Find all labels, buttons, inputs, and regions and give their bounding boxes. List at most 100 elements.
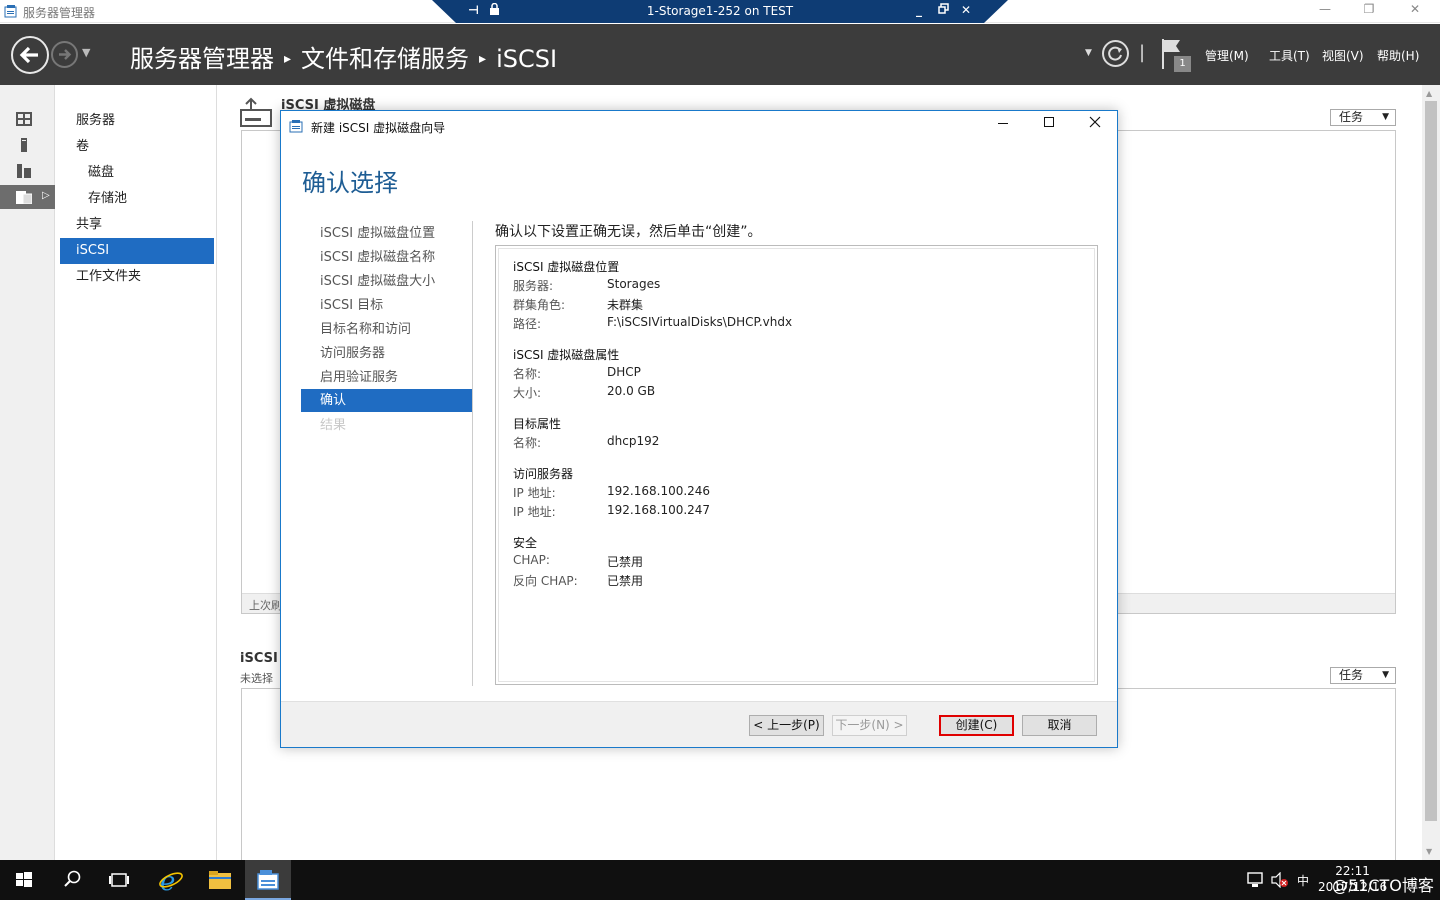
- tasks-dropdown-1[interactable]: 任务 ▼: [1330, 109, 1396, 126]
- subnav-item-disks[interactable]: 磁盘: [60, 160, 214, 186]
- scrollbar-thumb[interactable]: [1425, 101, 1437, 821]
- new-iscsi-disk-wizard: 新建 iSCSI 虚拟磁盘向导 确认选择 iSCSI 虚拟磁盘位置 iSCSI …: [280, 110, 1118, 748]
- search-icon: [64, 870, 81, 887]
- section-title-iscsi-targets: iSCSI: [240, 651, 278, 666]
- history-dropdown-icon[interactable]: ▼: [82, 46, 90, 59]
- forward-arrow-icon: [59, 49, 72, 60]
- taskbar-file-explorer[interactable]: [197, 860, 243, 900]
- refresh-button[interactable]: [1102, 40, 1129, 67]
- forward-button[interactable]: [51, 41, 78, 68]
- summary-value-disk-name: DHCP: [607, 365, 641, 379]
- vertical-scrollbar[interactable]: ▲ ▼: [1422, 85, 1440, 860]
- create-button[interactable]: 创建(C): [939, 715, 1014, 736]
- summary-value-chap: 已禁用: [607, 555, 644, 569]
- minimize-button[interactable]: —: [1305, 2, 1345, 20]
- start-button[interactable]: [0, 860, 46, 900]
- breadcrumb: 服务器管理器 ▸ 文件和存储服务 ▸ iSCSI: [130, 39, 557, 74]
- dialog-titlebar: 新建 iSCSI 虚拟磁盘向导: [281, 111, 1117, 141]
- subnav-item-storage-pools[interactable]: 存储池: [60, 186, 214, 212]
- summary-heading-location: iSCSI 虚拟磁盘位置: [513, 260, 620, 274]
- subnav-item-iscsi[interactable]: iSCSI: [60, 238, 214, 264]
- restore-button[interactable]: ❐: [1349, 2, 1389, 20]
- step-access-servers[interactable]: 访问服务器: [301, 342, 472, 365]
- watermark-text: @51CTO博客: [1332, 876, 1434, 895]
- close-button[interactable]: ✕: [1395, 2, 1435, 20]
- step-enable-auth[interactable]: 启用验证服务: [301, 366, 472, 389]
- servers-icon: [17, 164, 31, 178]
- folder-icon: [209, 871, 231, 889]
- summary-value-ip-address: 192.168.100.246: [607, 484, 711, 498]
- dialog-maximize-button[interactable]: [1034, 116, 1064, 136]
- previous-button[interactable]: < 上一步(P): [749, 715, 824, 736]
- dialog-minimize-button[interactable]: [988, 116, 1018, 136]
- breadcrumb-separator-icon: ▸: [284, 51, 292, 67]
- input-method-indicator[interactable]: 中: [1297, 872, 1309, 889]
- summary-label: 路径:: [513, 317, 542, 331]
- step-disk-size[interactable]: iSCSI 虚拟磁盘大小: [301, 270, 472, 293]
- tasks-label: 任务: [1339, 668, 1364, 682]
- summary-heading-properties: iSCSI 虚拟磁盘属性: [513, 348, 620, 362]
- summary-label: 大小:: [513, 386, 542, 400]
- rail-dashboard[interactable]: [0, 107, 55, 131]
- header-divider: |: [1139, 42, 1146, 63]
- icon-rail: ▷: [0, 85, 55, 860]
- breadcrumb-file-storage[interactable]: 文件和存储服务: [301, 45, 469, 73]
- rail-file-storage[interactable]: ▷: [0, 185, 55, 209]
- summary-heading-target: 目标属性: [513, 417, 562, 431]
- subnav-item-volumes[interactable]: 卷: [60, 134, 214, 160]
- summary-label: 服务器:: [513, 279, 554, 293]
- breadcrumb-server-manager[interactable]: 服务器管理器: [130, 45, 274, 73]
- maximize-icon: [1044, 117, 1054, 127]
- refresh-dropdown-icon[interactable]: ▼: [1085, 48, 1092, 58]
- notifications-flag-button[interactable]: 1: [1160, 39, 1192, 73]
- summary-label: 反向 CHAP:: [513, 574, 578, 588]
- subnav-item-servers[interactable]: 服务器: [60, 108, 214, 134]
- server-manager-icon: [4, 5, 17, 18]
- expand-arrow-icon: ▷: [42, 190, 50, 201]
- step-disk-name[interactable]: iSCSI 虚拟磁盘名称: [301, 246, 472, 269]
- taskbar-internet-explorer[interactable]: e: [148, 860, 194, 900]
- caret-down-icon: ▼: [1382, 670, 1389, 680]
- scroll-down-icon[interactable]: ▼: [1426, 847, 1432, 856]
- step-disk-location[interactable]: iSCSI 虚拟磁盘位置: [301, 222, 472, 245]
- dialog-close-button[interactable]: [1080, 116, 1110, 136]
- settings-summary: iSCSI 虚拟磁盘位置 服务器: Storages 群集角色: 未群集 路径:…: [495, 245, 1098, 685]
- summary-value-target-name: dhcp192: [607, 434, 660, 448]
- task-view-button[interactable]: [97, 860, 143, 900]
- cancel-button[interactable]: 取消: [1022, 715, 1097, 736]
- taskbar: e 中 22:11 2017/12/16: [0, 860, 1440, 900]
- step-confirmation[interactable]: 确认: [301, 389, 472, 412]
- remote-close-button[interactable]: ✕: [961, 3, 971, 17]
- menu-manage[interactable]: 管理(M): [1205, 47, 1249, 64]
- back-button[interactable]: [11, 36, 49, 74]
- summary-value-cluster-role: 未群集: [607, 298, 644, 312]
- dialog-button-bar: < 上一步(P) 下一步(N) > 创建(C) 取消: [281, 701, 1117, 747]
- remote-minimize-button[interactable]: _: [916, 3, 922, 17]
- volume-muted-icon[interactable]: [1271, 872, 1289, 888]
- step-target-name-access[interactable]: 目标名称和访问: [301, 318, 472, 341]
- tasks-dropdown-2[interactable]: 任务 ▼: [1330, 667, 1396, 684]
- taskbar-server-manager[interactable]: [245, 860, 291, 900]
- search-button[interactable]: [49, 860, 95, 900]
- subnav-item-shares[interactable]: 共享: [60, 212, 214, 238]
- summary-label: IP 地址:: [513, 486, 556, 500]
- subnav-item-work-folders[interactable]: 工作文件夹: [60, 264, 214, 290]
- scroll-up-icon[interactable]: ▲: [1426, 89, 1432, 98]
- step-results: 结果: [320, 418, 347, 433]
- close-icon: [1089, 116, 1101, 128]
- window-title: 服务器管理器: [23, 6, 96, 20]
- step-iscsi-target[interactable]: iSCSI 目标: [301, 294, 472, 317]
- rail-local-server[interactable]: [0, 133, 55, 157]
- summary-label: IP 地址:: [513, 505, 556, 519]
- summary-label: CHAP:: [513, 553, 550, 567]
- menu-view[interactable]: 视图(V): [1322, 47, 1364, 64]
- summary-value-server: Storages: [607, 277, 661, 291]
- summary-heading-security: 安全: [513, 536, 538, 550]
- file-storage-nav: 服务器 卷 磁盘 存储池 共享 iSCSI 工作文件夹: [56, 85, 217, 860]
- rail-all-servers[interactable]: [0, 159, 55, 183]
- menu-help[interactable]: 帮助(H): [1377, 47, 1419, 64]
- notification-count-badge: 1: [1174, 56, 1191, 72]
- menu-tools[interactable]: 工具(T): [1269, 47, 1310, 64]
- windows-logo-icon: [16, 872, 32, 887]
- network-icon[interactable]: [1247, 872, 1265, 888]
